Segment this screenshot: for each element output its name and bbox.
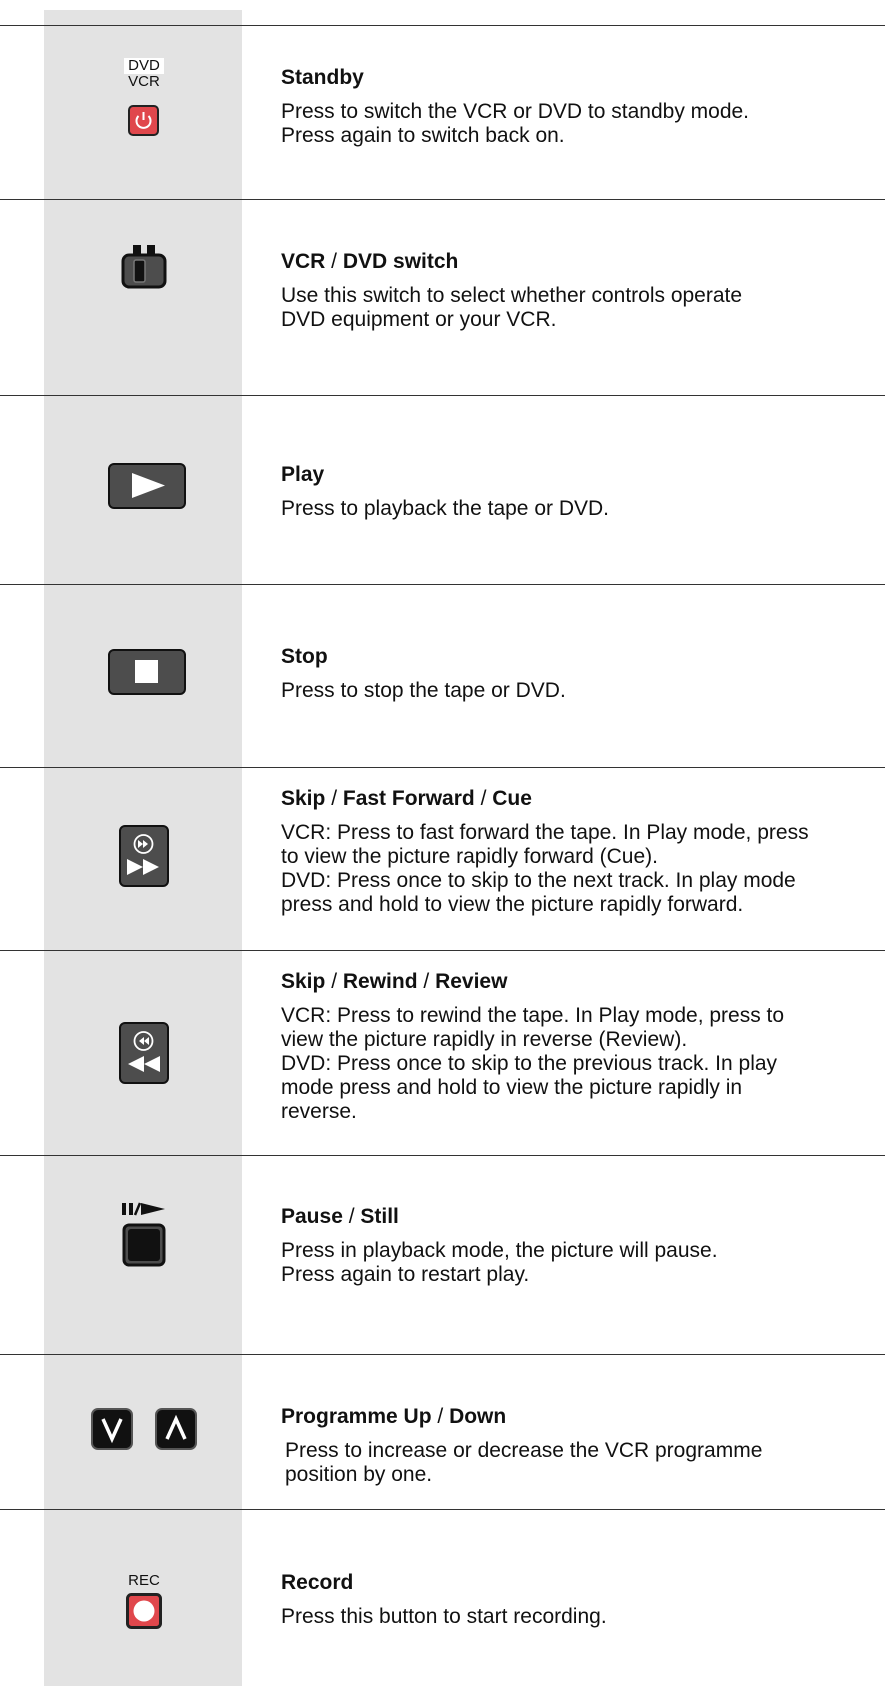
rec-label: REC — [128, 1572, 160, 1589]
entry-title: Skip / Fast Forward / Cue — [281, 787, 532, 810]
vcr-dvd-switch-icon — [121, 245, 167, 289]
entry-description: Use this switch to select whether contro… — [281, 284, 743, 331]
entry-title: Standby — [281, 66, 364, 89]
pause-play-icon — [120, 1201, 168, 1273]
entry-description: Press to increase or decrease the VCR pr… — [285, 1439, 763, 1486]
entry-title: Stop — [281, 645, 328, 668]
entry-description: Press to switch the VCR or DVD to standb… — [281, 100, 750, 147]
entry-description: VCR: Press to rewind the tape. In Play m… — [281, 1004, 785, 1123]
entry-title: VCR / DVD switch — [281, 250, 459, 273]
entry-description: VCR: Press to fast forward the tape. In … — [281, 821, 809, 916]
rewind-skip-icon — [119, 1022, 169, 1084]
entry-title: Skip / Rewind / Review — [281, 970, 508, 993]
entry-title: Pause / Still — [281, 1205, 399, 1228]
entry-title: Record — [281, 1571, 354, 1594]
entry-description: Press this button to start recording. — [281, 1605, 607, 1628]
stop-icon — [108, 649, 186, 695]
play-icon — [108, 463, 186, 509]
entry-title: Programme Up / Down — [281, 1405, 507, 1428]
fast-forward-skip-icon — [119, 825, 169, 887]
standby-power-icon — [128, 105, 159, 136]
entry-description: Press to stop the tape or DVD. — [281, 679, 566, 702]
entry-description: Press to playback the tape or DVD. — [281, 497, 609, 520]
programme-up-down-icon — [90, 1407, 198, 1451]
dvd-label: DVD — [124, 58, 164, 74]
entry-title: Play — [281, 463, 325, 486]
record-icon — [126, 1593, 162, 1629]
entry-description: Press in playback mode, the picture will… — [281, 1239, 718, 1286]
vcr-label: VCR — [128, 73, 160, 90]
